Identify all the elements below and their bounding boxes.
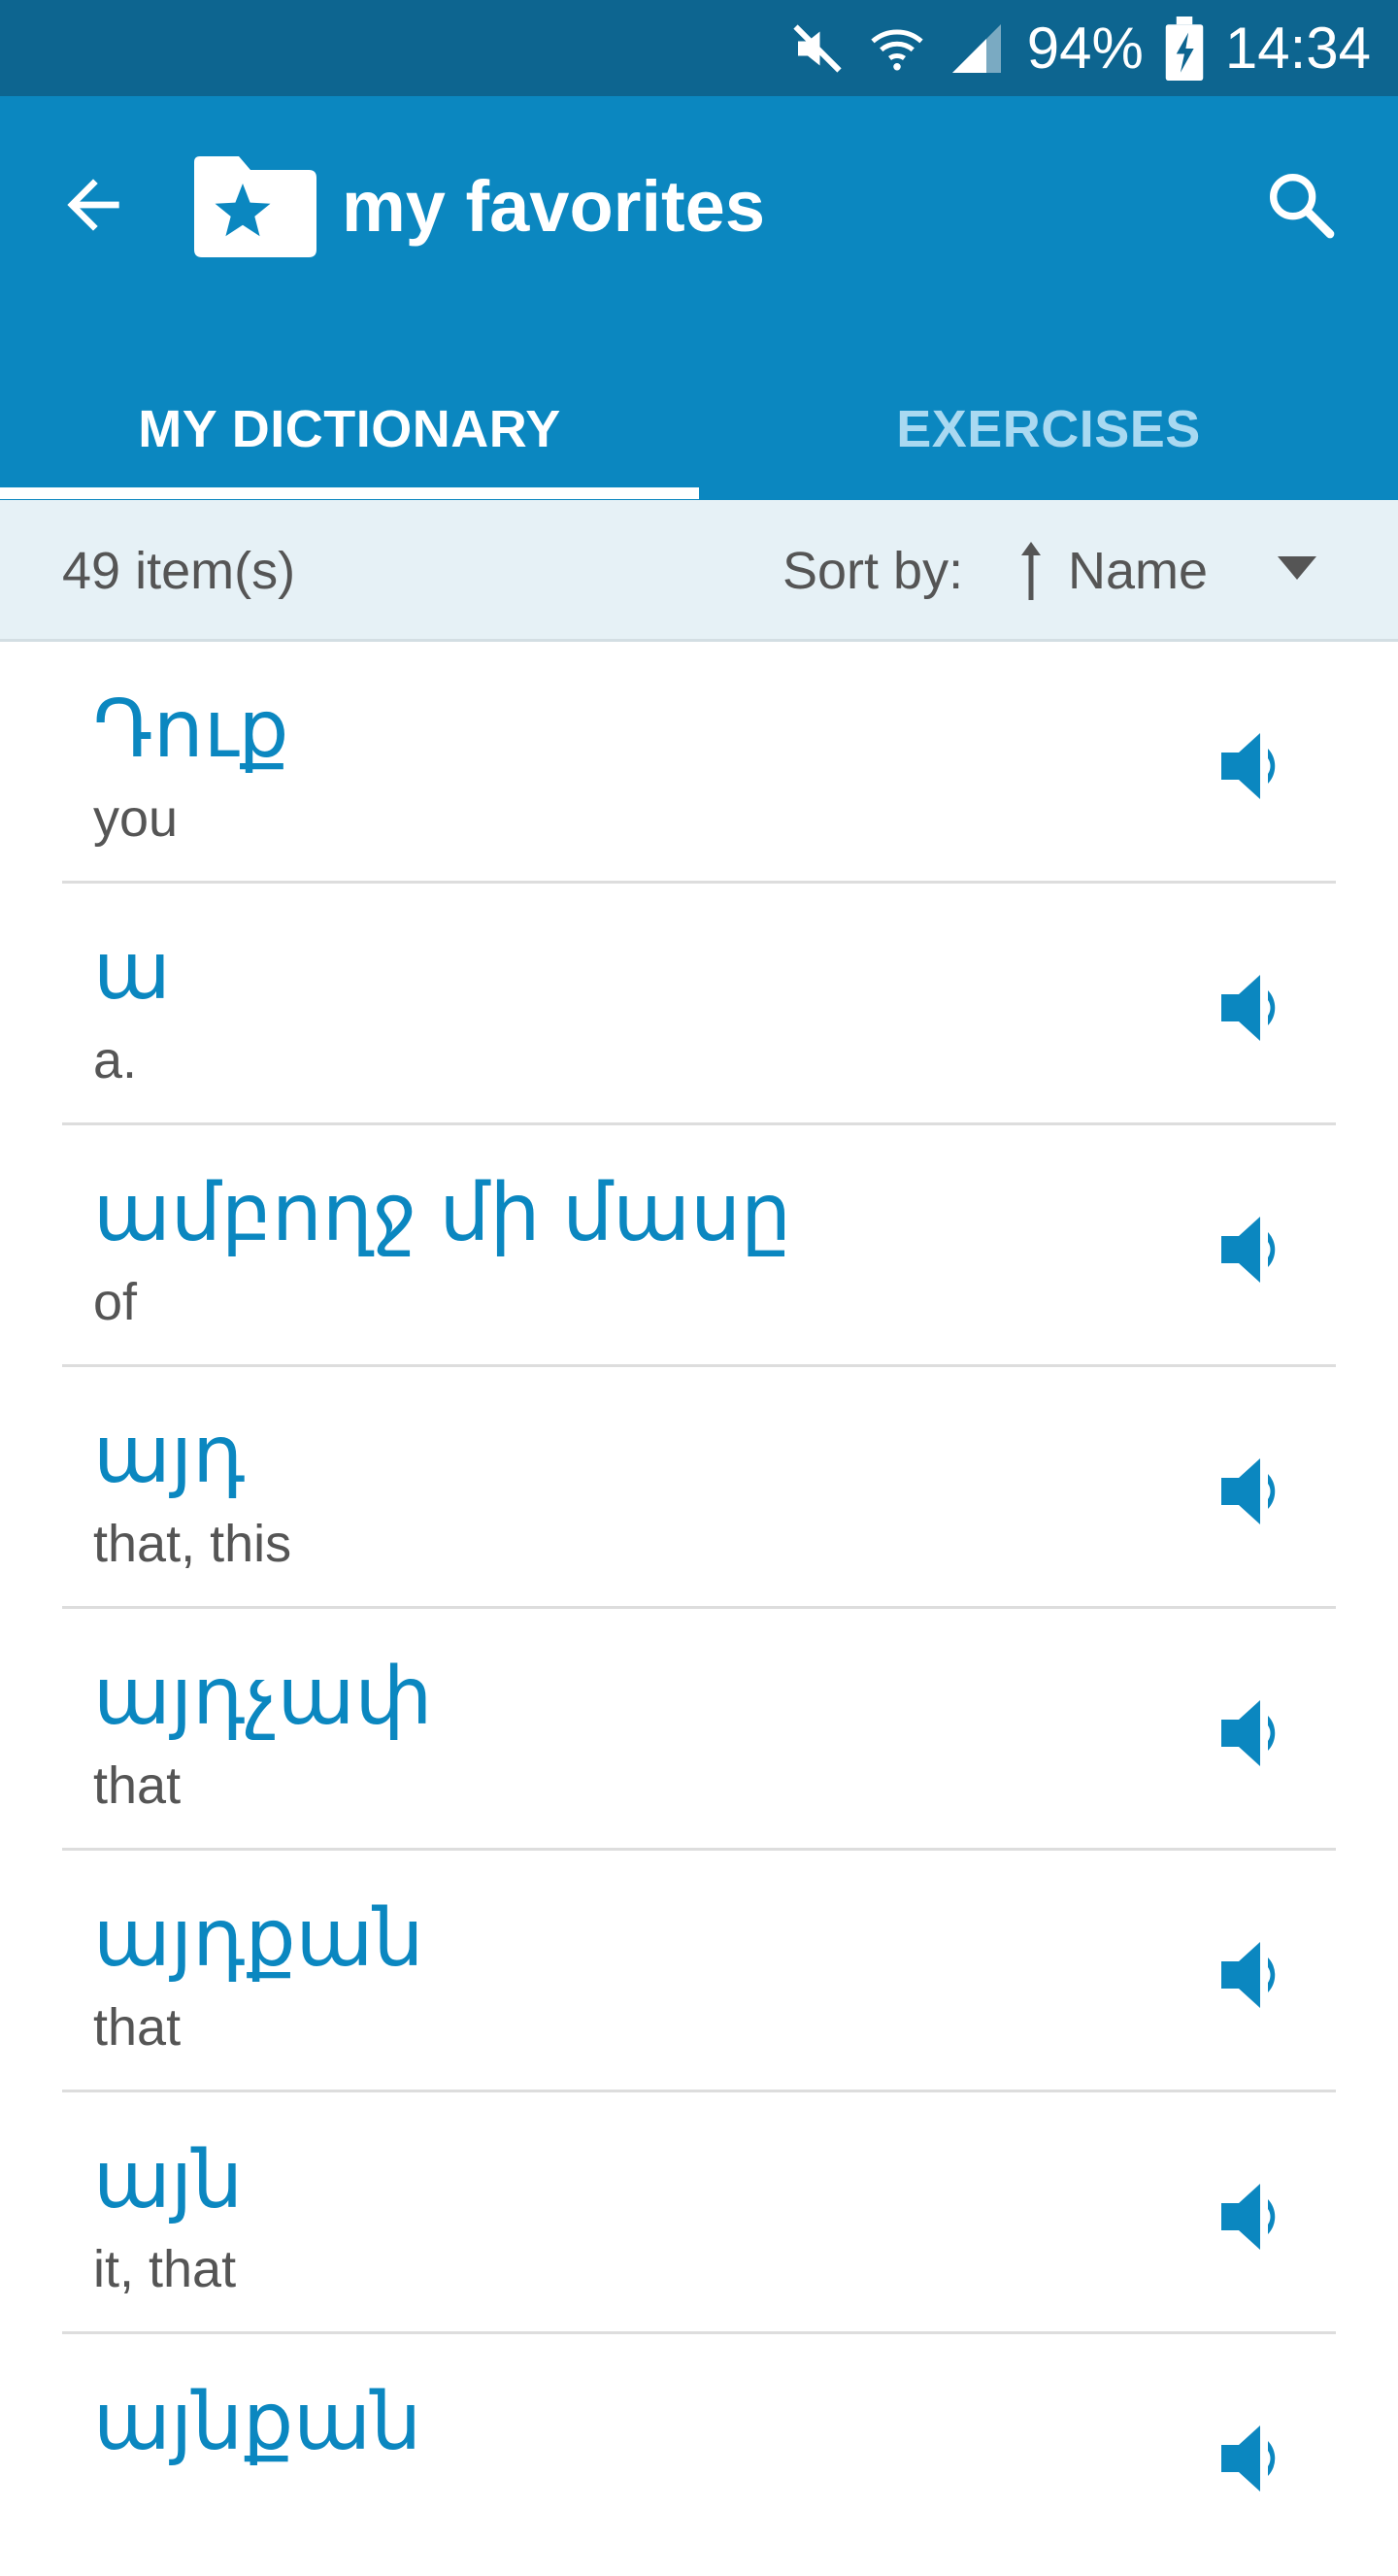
- word-text: ա: [93, 927, 171, 1016]
- word-text: այդ: [93, 1411, 246, 1499]
- active-tab-indicator: [0, 487, 699, 499]
- tab-my-dictionary[interactable]: MY DICTIONARY: [0, 358, 699, 500]
- speaker-icon[interactable]: [1217, 1211, 1295, 1288]
- speaker-icon[interactable]: [1217, 1936, 1295, 2014]
- list-item[interactable]: այդքան that: [0, 1851, 1398, 2092]
- word-text: այնքան: [93, 2378, 422, 2466]
- folder-star-icon: [194, 156, 316, 257]
- speaker-icon[interactable]: [1217, 969, 1295, 1047]
- list-item[interactable]: այդ that, this: [0, 1367, 1398, 1609]
- list-item[interactable]: այն it, that: [0, 2092, 1398, 2334]
- speaker-icon[interactable]: [1217, 2420, 1295, 2497]
- page-title: my favorites: [342, 166, 765, 247]
- speaker-icon[interactable]: [1217, 2178, 1295, 2256]
- speaker-icon[interactable]: [1217, 1453, 1295, 1530]
- signal-icon: [948, 19, 1006, 78]
- battery-charging-icon: [1165, 16, 1204, 81]
- list-item[interactable]: այնքան: [0, 2334, 1398, 2576]
- translation-text: that, this: [93, 1515, 292, 1573]
- sort-by-label: Sort by:: [782, 542, 964, 600]
- word-text: Դուք: [93, 686, 289, 774]
- app-bar: my favorites MY DICTIONARY EXERCISES: [0, 96, 1398, 500]
- battery-percent: 94%: [1026, 16, 1144, 81]
- tab-bar: MY DICTIONARY EXERCISES: [0, 358, 1398, 500]
- mute-icon: [788, 19, 847, 78]
- list-item[interactable]: ա a.: [0, 884, 1398, 1125]
- dropdown-triangle-icon[interactable]: [1276, 554, 1318, 586]
- translation-text: of: [93, 1273, 138, 1331]
- favorites-list: Դուք you ա a. ամբողջ մի մասը of այդ that…: [0, 642, 1398, 2576]
- item-count: 49 item(s): [62, 542, 296, 600]
- list-item[interactable]: ամբողջ մի մասը of: [0, 1125, 1398, 1367]
- speaker-icon[interactable]: [1217, 1694, 1295, 1772]
- search-icon[interactable]: [1262, 166, 1340, 249]
- clock: 14:34: [1224, 16, 1371, 81]
- sort-value[interactable]: Name: [1068, 500, 1208, 642]
- translation-text: that: [93, 1756, 182, 1815]
- status-icons: 94% 14:34: [767, 0, 1371, 96]
- word-text: այդքան: [93, 1894, 424, 1983]
- status-bar: 94% 14:34: [0, 0, 1398, 96]
- translation-text: a.: [93, 1031, 138, 1089]
- translation-text: you: [93, 789, 179, 848]
- speaker-icon[interactable]: [1217, 727, 1295, 805]
- back-arrow-icon[interactable]: [54, 166, 132, 244]
- list-item[interactable]: Դուք you: [0, 642, 1398, 884]
- tab-exercises[interactable]: EXERCISES: [699, 358, 1398, 500]
- word-text: այդչափ: [93, 1653, 433, 1741]
- translation-text: that: [93, 1998, 182, 2057]
- translation-text: it, that: [93, 2240, 237, 2298]
- word-text: այն: [93, 2136, 244, 2225]
- sort-ascending-arrow-icon[interactable]: [1017, 540, 1045, 607]
- sort-bar: 49 item(s) Sort by: Name: [0, 500, 1398, 642]
- wifi-icon: [868, 19, 926, 78]
- word-text: ամբողջ մի մասը: [93, 1169, 792, 1257]
- list-item[interactable]: այդչափ that: [0, 1609, 1398, 1851]
